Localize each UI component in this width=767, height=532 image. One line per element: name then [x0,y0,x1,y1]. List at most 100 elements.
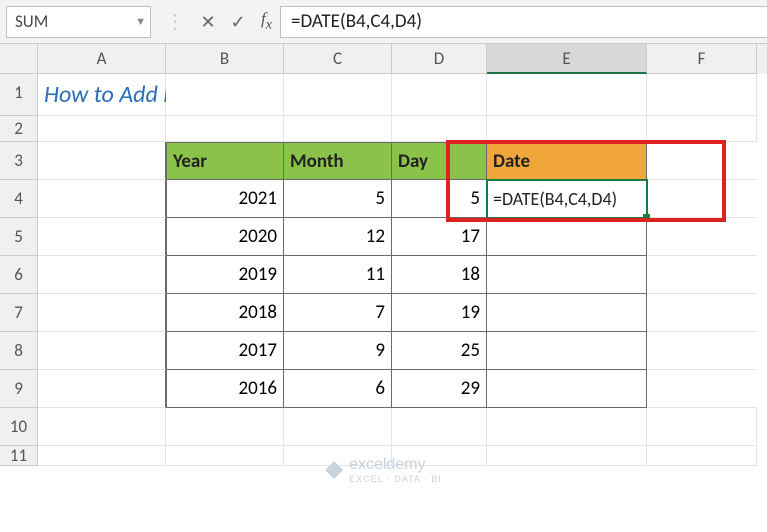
cell-F8[interactable] [647,332,757,370]
cell-B2[interactable] [166,116,284,142]
col-header-F[interactable]: F [647,44,757,74]
cell-C2[interactable] [284,116,392,142]
cell-A6[interactable] [38,256,166,294]
cell-D5[interactable]: 17 [392,218,487,256]
row-1: 1 How to Add Days to Date Using DATE Fun… [0,74,767,116]
header-date[interactable]: Date [487,142,647,180]
row-header-5[interactable]: 5 [0,218,38,256]
cell-E11[interactable] [487,446,647,466]
col-header-E[interactable]: E [487,44,647,74]
cell-B4[interactable]: 2021 [166,180,284,218]
worksheet: A B C D E F 1 How to Add Days to Date Us… [0,44,767,466]
col-header-C[interactable]: C [284,44,392,74]
cell-E9[interactable] [487,370,647,408]
select-all-corner[interactable] [0,44,38,74]
cell-D8[interactable]: 25 [392,332,487,370]
cell-E4-editing[interactable]: =DATE(B4,C4,D4) [487,180,647,218]
col-header-A[interactable]: A [38,44,166,74]
cell-E2[interactable] [487,116,647,142]
row-header-7[interactable]: 7 [0,294,38,332]
cell-D2[interactable] [392,116,487,142]
exceldemy-logo-icon [325,461,343,479]
cell-D4[interactable]: 5 [392,180,487,218]
cell-B10[interactable] [166,408,284,446]
row-header-9[interactable]: 9 [0,370,38,408]
cell-D1[interactable] [392,74,487,116]
cell-A2[interactable] [38,116,166,142]
cell-F4[interactable] [647,180,757,218]
row-8: 8 2017 9 25 [0,332,767,370]
cell-A4[interactable] [38,180,166,218]
name-box-value: SUM [15,11,48,32]
cell-E7[interactable] [487,294,647,332]
cell-C7[interactable]: 7 [284,294,392,332]
cell-A8[interactable] [38,332,166,370]
cell-C10[interactable] [284,408,392,446]
cell-D7[interactable]: 19 [392,294,487,332]
chevron-down-icon[interactable]: ▼ [135,15,146,28]
cell-B8[interactable]: 2017 [166,332,284,370]
cell-C5[interactable]: 12 [284,218,392,256]
row-header-3[interactable]: 3 [0,142,38,180]
formula-text: =DATE(B4,C4,D4) [291,10,422,33]
row-header-11[interactable]: 11 [0,446,38,466]
row-header-6[interactable]: 6 [0,256,38,294]
cell-E10[interactable] [487,408,647,446]
cell-E4-formula: =DATE(B4,C4,D4) [493,188,617,210]
row-header-10[interactable]: 10 [0,408,38,446]
header-day[interactable]: Day [392,142,487,180]
cell-E5[interactable] [487,218,647,256]
cell-C1[interactable] [284,74,392,116]
cell-F10[interactable] [647,408,757,446]
cell-F7[interactable] [647,294,757,332]
cell-C8[interactable]: 9 [284,332,392,370]
cell-F2[interactable] [647,116,757,142]
cell-A7[interactable] [38,294,166,332]
cell-B5[interactable]: 2020 [166,218,284,256]
cell-A10[interactable] [38,408,166,446]
watermark-brand: exceldemy [349,456,425,473]
header-month[interactable]: Month [284,142,392,180]
formula-input[interactable]: =DATE(B4,C4,D4) [280,6,767,38]
cell-B1[interactable] [166,74,284,116]
cell-A1[interactable]: How to Add Days to Date Using DATE Funct… [38,74,166,116]
cell-D9[interactable]: 29 [392,370,487,408]
row-header-4[interactable]: 4 [0,180,38,218]
cell-B11[interactable] [166,446,284,466]
row-4: 4 2021 5 5 =DATE(B4,C4,D4) [0,180,767,218]
cell-F6[interactable] [647,256,757,294]
cell-F11[interactable] [647,446,757,466]
cell-C4[interactable]: 5 [284,180,392,218]
cell-A9[interactable] [38,370,166,408]
cell-E8[interactable] [487,332,647,370]
cell-D10[interactable] [392,408,487,446]
cell-D6[interactable]: 18 [392,256,487,294]
cell-F9[interactable] [647,370,757,408]
header-year[interactable]: Year [166,142,284,180]
col-header-B[interactable]: B [166,44,284,74]
cell-A3[interactable] [38,142,166,180]
cell-C6[interactable]: 11 [284,256,392,294]
row-7: 7 2018 7 19 [0,294,767,332]
name-box[interactable]: SUM ▼ [6,6,151,38]
cell-B6[interactable]: 2019 [166,256,284,294]
row-header-8[interactable]: 8 [0,332,38,370]
cancel-icon[interactable]: ✕ [193,11,223,33]
cell-A5[interactable] [38,218,166,256]
enter-icon[interactable]: ✓ [223,11,253,33]
cell-F5[interactable] [647,218,757,256]
cell-B9[interactable]: 2016 [166,370,284,408]
fx-icon[interactable]: fx [261,9,272,33]
row-header-1[interactable]: 1 [0,74,38,116]
cell-A11[interactable] [38,446,166,466]
cell-B7[interactable]: 2018 [166,294,284,332]
cell-E6[interactable] [487,256,647,294]
cell-E1[interactable] [487,74,647,116]
col-header-D[interactable]: D [392,44,487,74]
fill-handle[interactable] [643,214,650,221]
row-3: 3 Year Month Day Date [0,142,767,180]
cell-F1[interactable] [647,74,757,116]
row-header-2[interactable]: 2 [0,116,38,142]
cell-C9[interactable]: 6 [284,370,392,408]
cell-F3[interactable] [647,142,757,180]
